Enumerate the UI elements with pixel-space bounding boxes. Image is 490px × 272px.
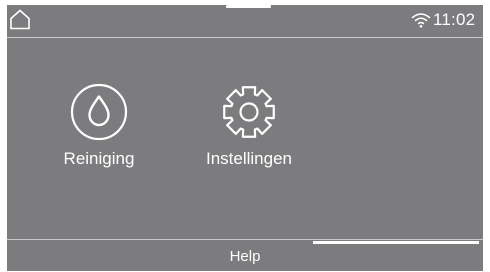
home-button[interactable] [9,8,31,30]
page-indicator [313,241,479,244]
pull-down-handle[interactable] [226,5,271,8]
clock-time: 11:02 [433,10,476,29]
water-drop-icon [70,83,128,141]
tile-settings-label: Instellingen [205,149,292,168]
gear-icon [223,86,275,138]
tile-cleaning-label: Reiniging [63,149,135,168]
help-button[interactable]: Help [7,240,483,271]
home-icon [10,9,30,30]
tile-settings[interactable]: Instellingen [179,83,319,183]
header-divider [7,37,483,38]
display-screen: 11:02 Reiniging Instellingen Help [7,5,483,271]
wifi-icon [411,13,431,28]
status-bar: 11:02 [7,5,483,35]
help-label: Help [229,248,261,265]
tile-cleaning[interactable]: Reiniging [29,83,169,183]
